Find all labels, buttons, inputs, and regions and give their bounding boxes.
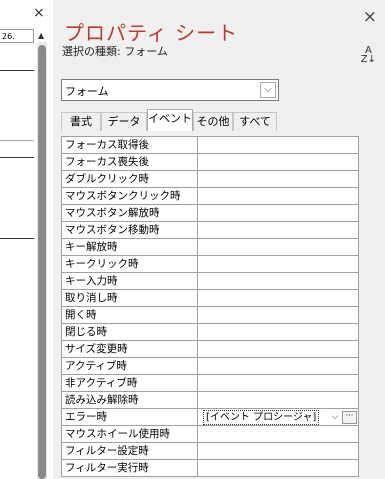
tab-data[interactable]: データ: [101, 112, 147, 131]
property-label: フィルター設定時: [62, 443, 198, 459]
property-value[interactable]: [200, 239, 358, 255]
property-value[interactable]: [200, 426, 358, 442]
sort-icon[interactable]: A Z↓: [360, 46, 376, 65]
property-row[interactable]: 取り消し時: [61, 290, 359, 307]
sort-icon-bottom: Z↓: [360, 54, 376, 65]
property-value[interactable]: [200, 341, 358, 357]
tab-event[interactable]: イベント: [147, 109, 193, 131]
left-field[interactable]: 26.: [0, 29, 34, 43]
property-value[interactable]: [200, 188, 358, 204]
property-value[interactable]: [200, 290, 358, 306]
property-row[interactable]: マウスボタンクリック時: [61, 188, 359, 205]
property-sheet-title: プロパティ シート: [64, 21, 239, 45]
builder-button[interactable]: ···: [342, 411, 357, 424]
property-row[interactable]: マウスボタン解放時: [61, 205, 359, 222]
property-label: キー入力時: [62, 273, 198, 289]
property-row[interactable]: マウスボタン移動時: [61, 222, 359, 239]
tab-other[interactable]: その他: [193, 112, 233, 131]
selection-type-label: 選択の種類: フォーム: [62, 45, 168, 58]
property-value[interactable]: [200, 222, 358, 238]
left-scrollbar-thumb[interactable]: [38, 45, 46, 479]
property-label: アクティブ時: [62, 358, 198, 374]
property-value[interactable]: [200, 460, 358, 476]
property-row[interactable]: アクティブ時: [61, 358, 359, 375]
property-label: キークリック時: [62, 256, 198, 272]
property-value[interactable]: [200, 205, 358, 221]
property-label: マウスホイール使用時: [62, 426, 198, 442]
divider: [0, 70, 34, 71]
property-row[interactable]: ダブルクリック時: [61, 171, 359, 188]
event-procedure-value[interactable]: [イベント プロシージャ]: [203, 410, 320, 425]
property-row[interactable]: 非アクティブ時: [61, 375, 359, 392]
property-value[interactable]: [200, 358, 358, 374]
property-label: フォーカス取得後: [62, 137, 198, 153]
property-row[interactable]: 読み込み解除時: [61, 392, 359, 409]
divider: [0, 238, 34, 239]
property-value[interactable]: [イベント プロシージャ] ⌵ ···: [200, 409, 358, 425]
object-selector-value: フォーム: [65, 85, 109, 98]
property-row[interactable]: フィルター設定時: [61, 443, 359, 460]
property-label: エラー時: [62, 409, 198, 425]
property-label: マウスボタン移動時: [62, 222, 198, 238]
property-row[interactable]: サイズ変更時: [61, 341, 359, 358]
property-label: 閉じる時: [62, 324, 198, 340]
property-value[interactable]: [200, 375, 358, 391]
property-label: サイズ変更時: [62, 341, 198, 357]
property-label: マウスボタンクリック時: [62, 188, 198, 204]
property-row[interactable]: マウスホイール使用時: [61, 426, 359, 443]
property-value[interactable]: [200, 154, 358, 170]
property-label: キー解放時: [62, 239, 198, 255]
property-label: 取り消し時: [62, 290, 198, 306]
divider: [0, 140, 34, 141]
property-row[interactable]: フィルター実行時: [61, 460, 359, 477]
property-row[interactable]: 開く時: [61, 307, 359, 324]
property-sheet: プロパティ シート × 選択の種類: フォーム A Z↓ フォーム ⌵ 書式 デ…: [53, 0, 385, 479]
property-label: フィルター実行時: [62, 460, 198, 476]
close-icon[interactable]: ×: [363, 7, 377, 27]
property-label: 読み込み解除時: [62, 392, 198, 408]
property-value[interactable]: [200, 307, 358, 323]
property-label: フォーカス喪失後: [62, 154, 198, 170]
property-value[interactable]: [200, 171, 358, 187]
property-value[interactable]: [200, 137, 358, 153]
close-icon[interactable]: ×: [33, 5, 45, 21]
property-row[interactable]: フォーカス喪失後: [61, 154, 359, 171]
property-value[interactable]: [200, 392, 358, 408]
tab-format[interactable]: 書式: [61, 112, 101, 131]
property-value[interactable]: [200, 256, 358, 272]
left-document-pane: × 26. ▲: [0, 0, 53, 479]
property-value[interactable]: [200, 443, 358, 459]
property-label: 非アクティブ時: [62, 375, 198, 391]
property-label: 開く時: [62, 307, 198, 323]
property-row[interactable]: 閉じる時: [61, 324, 359, 341]
property-scrollbar[interactable]: [365, 136, 373, 479]
divider: [0, 157, 34, 158]
property-row[interactable]: エラー時 [イベント プロシージャ] ⌵ ···: [61, 409, 359, 426]
chevron-down-icon[interactable]: ⌵: [328, 409, 342, 425]
property-row[interactable]: フォーカス取得後: [61, 137, 359, 154]
property-row[interactable]: キークリック時: [61, 256, 359, 273]
property-label: マウスボタン解放時: [62, 205, 198, 221]
property-label: ダブルクリック時: [62, 171, 198, 187]
chevron-down-icon[interactable]: ⌵: [260, 82, 276, 98]
property-value[interactable]: [200, 273, 358, 289]
property-row[interactable]: キー解放時: [61, 239, 359, 256]
property-grid: フォーカス取得後 フォーカス喪失後 ダブルクリック時 マウスボタンクリック時 マウスボタ…: [61, 136, 359, 477]
property-value[interactable]: [200, 324, 358, 340]
object-selector-combo[interactable]: フォーム ⌵: [61, 79, 279, 101]
scroll-up-icon[interactable]: ▲: [38, 31, 44, 40]
property-row[interactable]: キー入力時: [61, 273, 359, 290]
tab-all[interactable]: すべて: [233, 112, 277, 131]
